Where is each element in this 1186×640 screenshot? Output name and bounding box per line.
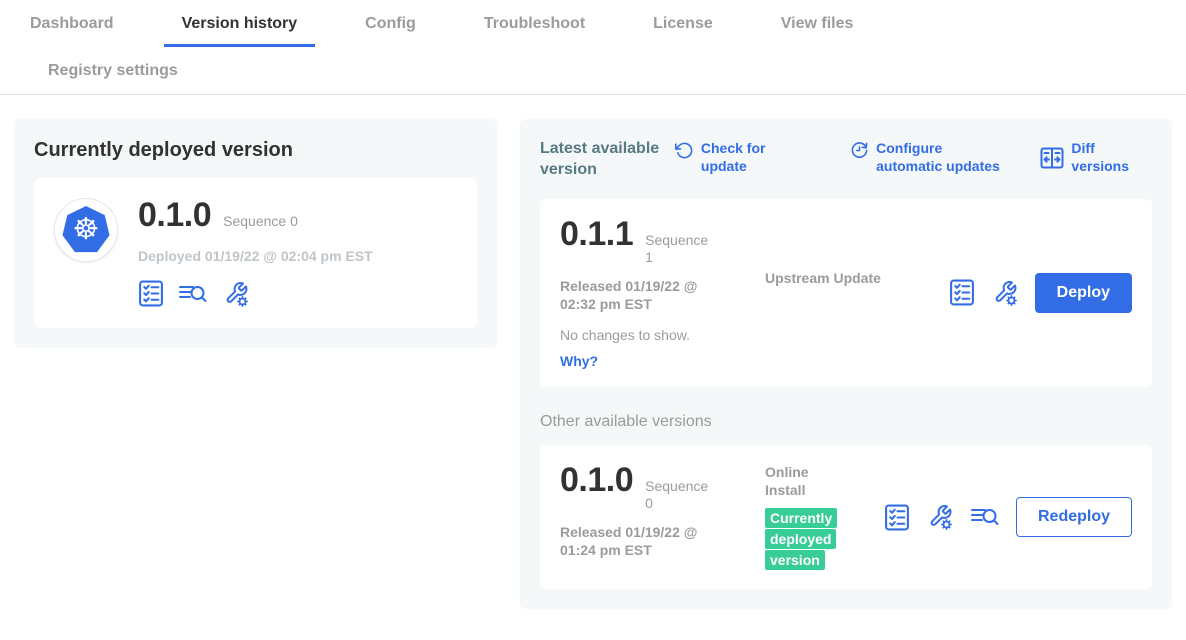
redeploy-button[interactable]: Redeploy: [1016, 497, 1132, 537]
no-changes-text: No changes to show.: [560, 327, 765, 343]
deployed-action-icons: [138, 280, 373, 308]
other-version-card: 0.1.0 Sequence 0 Released 01/19/22 @ 01:…: [540, 445, 1152, 589]
logs-search-icon[interactable]: [178, 281, 208, 307]
diff-versions-icon: [1040, 147, 1064, 169]
wrench-gear-icon[interactable]: [991, 279, 1019, 307]
other-version-number: 0.1.0: [560, 463, 633, 499]
latest-released-timestamp: Released 01/19/22 @ 02:32 pm EST: [560, 277, 720, 313]
kubernetes-icon: ☸: [62, 206, 110, 254]
other-source-column: Online Install Currently deployed versio…: [765, 463, 837, 571]
available-versions-panel: Latest available version Check for updat…: [520, 119, 1172, 609]
check-for-update-label: Check for update: [701, 139, 810, 175]
wrench-gear-icon[interactable]: [222, 280, 250, 308]
deployed-sequence-label: Sequence 0: [223, 213, 298, 231]
refresh-ccw-icon: [675, 141, 694, 160]
why-link[interactable]: Why?: [560, 353, 765, 369]
currently-deployed-badge-wrap: Currently deployed version: [765, 508, 837, 571]
deployed-version-card: ☸ 0.1.0 Sequence 0 Deployed 01/19/22 @ 0…: [34, 178, 477, 328]
latest-actions: Deploy: [949, 273, 1132, 313]
tab-registry-settings[interactable]: Registry settings: [30, 47, 196, 94]
schedule-update-icon: [850, 141, 869, 160]
other-version-info: 0.1.0 Sequence 0 Released 01/19/22 @ 01:…: [560, 463, 765, 571]
latest-version-number: 0.1.1: [560, 217, 633, 253]
other-sequence-label: Sequence 0: [645, 478, 711, 513]
checklist-icon[interactable]: [949, 279, 975, 306]
other-released-timestamp: Released 01/19/22 @ 01:24 pm EST: [560, 523, 720, 559]
configure-automatic-updates-label: Configure automatic updates: [876, 139, 1000, 175]
other-source-label: Online Install: [765, 463, 835, 499]
other-actions: Redeploy: [884, 497, 1132, 537]
diff-versions-label: Diff versions: [1071, 139, 1152, 175]
latest-version-card: 0.1.1 Sequence 1 Released 01/19/22 @ 02:…: [540, 199, 1152, 387]
check-for-update-link[interactable]: Check for update: [675, 139, 810, 175]
diff-versions-link[interactable]: Diff versions: [1040, 139, 1152, 175]
nav-row-2: Registry settings: [12, 47, 1186, 94]
available-header: Latest available version Check for updat…: [540, 139, 1152, 181]
deploy-button[interactable]: Deploy: [1035, 273, 1132, 313]
deployed-version-number: 0.1.0: [138, 198, 211, 234]
app-logo: ☸: [54, 198, 118, 262]
currently-deployed-panel: Currently deployed version ☸ 0.1.0 Seque…: [14, 119, 497, 348]
configure-automatic-updates-link[interactable]: Configure automatic updates: [850, 139, 1000, 175]
latest-available-title: Latest available version: [540, 139, 675, 181]
checklist-icon[interactable]: [884, 504, 910, 531]
currently-deployed-badge: Currently deployed version: [765, 508, 837, 570]
logs-search-icon[interactable]: [970, 504, 1000, 530]
checklist-icon[interactable]: [138, 280, 164, 307]
latest-source-label: Upstream Update: [765, 269, 885, 369]
tab-version-history[interactable]: Version history: [164, 0, 316, 47]
deployed-version-details: 0.1.0 Sequence 0 Deployed 01/19/22 @ 02:…: [138, 198, 373, 308]
version-row: 0.1.1 Sequence 1: [560, 217, 765, 267]
version-row: 0.1.0 Sequence 0: [138, 198, 373, 234]
tab-config[interactable]: Config: [347, 0, 434, 47]
main-content: Currently deployed version ☸ 0.1.0 Seque…: [0, 95, 1186, 609]
version-row: 0.1.0 Sequence 0: [560, 463, 765, 513]
top-navigation: Dashboard Version history Config Trouble…: [0, 0, 1186, 95]
other-available-versions-title: Other available versions: [540, 413, 1152, 431]
latest-version-info: 0.1.1 Sequence 1 Released 01/19/22 @ 02:…: [560, 217, 765, 369]
tab-view-files[interactable]: View files: [763, 0, 872, 47]
nav-row-1: Dashboard Version history Config Trouble…: [12, 0, 1186, 47]
wrench-gear-icon[interactable]: [926, 503, 954, 531]
tab-troubleshoot[interactable]: Troubleshoot: [466, 0, 603, 47]
tab-license[interactable]: License: [635, 0, 731, 47]
latest-sequence-label: Sequence 1: [645, 232, 711, 267]
currently-deployed-title: Currently deployed version: [34, 139, 477, 162]
tab-dashboard[interactable]: Dashboard: [12, 0, 132, 47]
kubernetes-wheel-glyph: ☸: [73, 215, 100, 245]
deployed-timestamp: Deployed 01/19/22 @ 02:04 pm EST: [138, 248, 373, 264]
